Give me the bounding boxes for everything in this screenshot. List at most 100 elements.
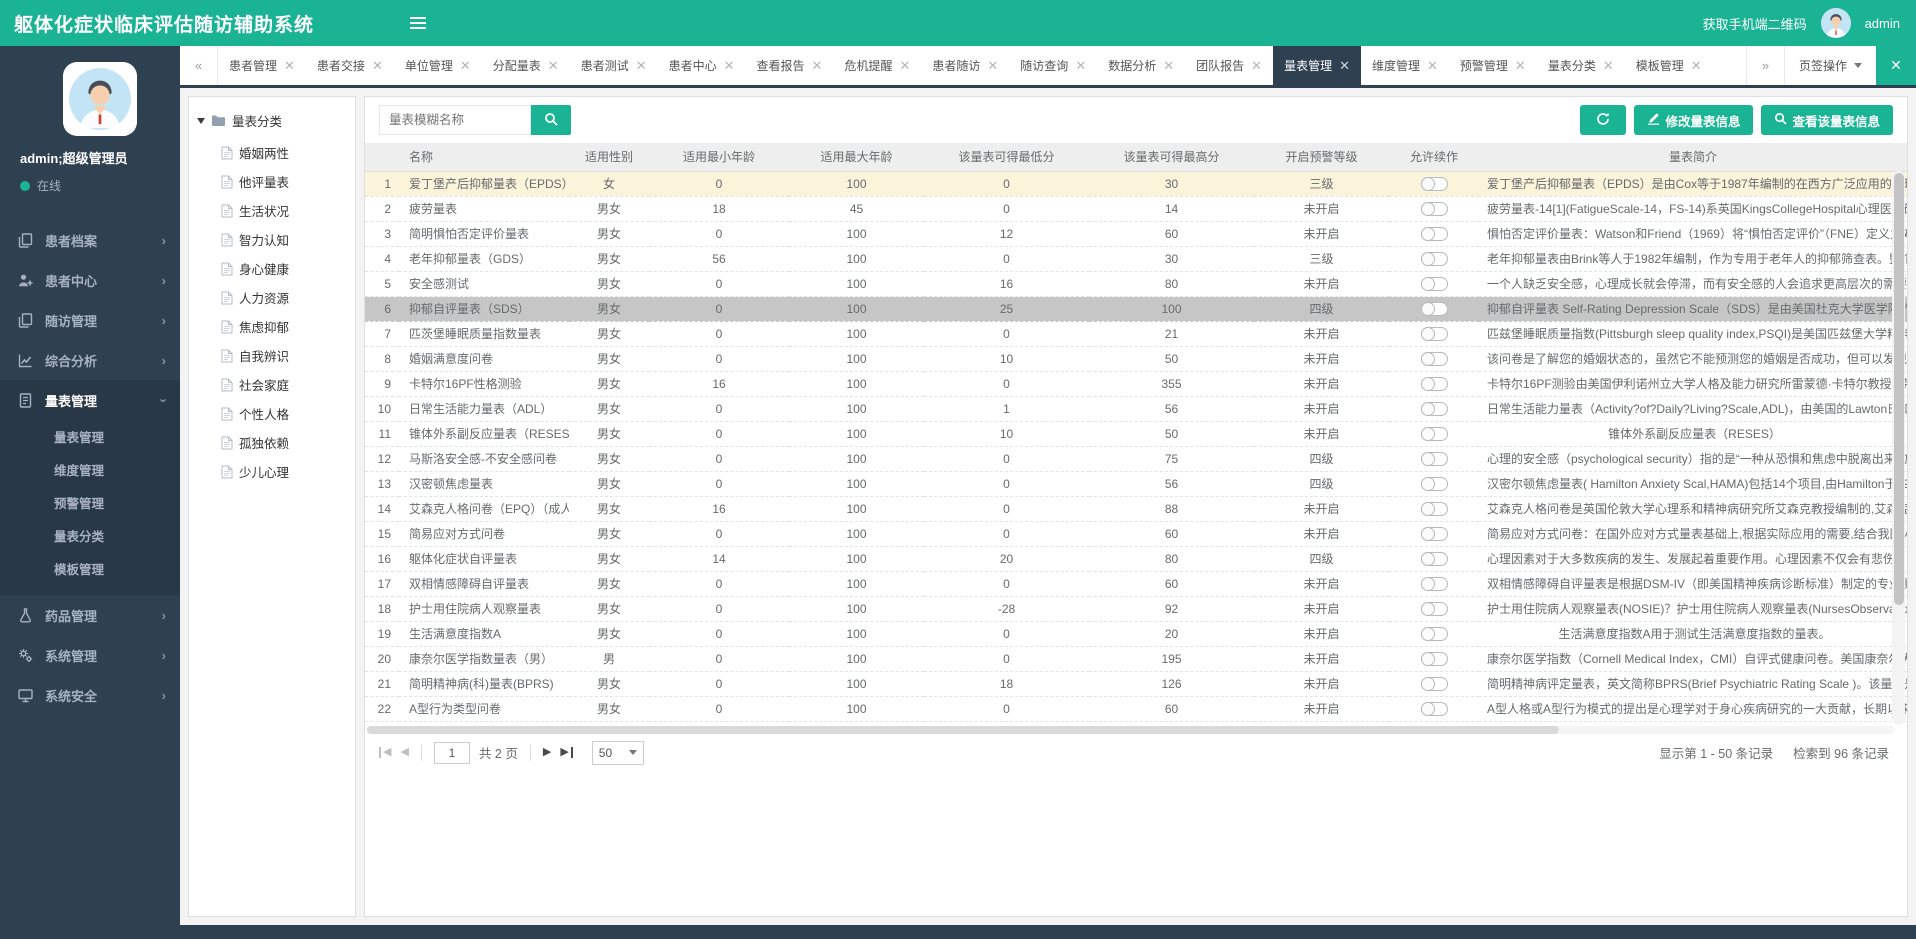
tabs-scroll-right-icon[interactable]: »: [1746, 46, 1784, 85]
tab-量表分类[interactable]: 量表分类✕: [1537, 46, 1625, 85]
page-size-select[interactable]: 50: [592, 741, 644, 765]
sidebar-item-药品管理[interactable]: 药品管理›: [0, 595, 180, 635]
column-header-适用性别[interactable]: 适用性别: [569, 143, 649, 171]
table-row[interactable]: 22A型行为类型问卷男女0100060未开启A型人格或A型行为模式的提出是心理学…: [365, 696, 1907, 721]
tab-患者随访[interactable]: 患者随访✕: [921, 46, 1009, 85]
resume-toggle[interactable]: [1421, 527, 1448, 541]
table-row[interactable]: 8婚姻满意度问卷男女01001050未开启该问卷是了解您的婚姻状态的，虽然它不能…: [365, 346, 1907, 371]
table-row[interactable]: 16躯体化症状自评量表男女141002080四级心理因素对于大多数疾病的发生、发…: [365, 546, 1907, 571]
vertical-scrollbar-thumb[interactable]: [1894, 173, 1904, 605]
table-row[interactable]: 18护士用住院病人观察量表男女0100-2892未开启护士用住院病人观察量表(N…: [365, 596, 1907, 621]
resume-toggle[interactable]: [1421, 177, 1448, 191]
first-page-icon[interactable]: ◀: [379, 747, 391, 758]
table-row[interactable]: 11锥体外系副反应量表（RESES）男女01001050未开启锥体外系副反应量表…: [365, 421, 1907, 446]
table-row[interactable]: 2疲劳量表男女1845014未开启疲劳量表-14[1](FatigueScale…: [365, 196, 1907, 221]
tree-item-焦虑抑郁[interactable]: 焦虑抑郁: [197, 312, 347, 341]
sidebar-item-患者档案[interactable]: 患者档案›: [0, 220, 180, 260]
sidebar-item-随访管理[interactable]: 随访管理›: [0, 300, 180, 340]
tab-close-icon[interactable]: ✕: [548, 59, 559, 72]
resume-toggle[interactable]: [1421, 577, 1448, 591]
edit-scale-button[interactable]: 修改量表信息: [1634, 105, 1753, 135]
table-row[interactable]: 20康奈尔医学指数量表（男）男01000195未开启康奈尔医学指数（Cornel…: [365, 646, 1907, 671]
column-header-该量表可得最低分[interactable]: 该量表可得最低分: [924, 143, 1089, 171]
page-number-input[interactable]: [434, 742, 470, 764]
resume-toggle[interactable]: [1421, 627, 1448, 641]
tab-close-icon[interactable]: ✕: [636, 59, 647, 72]
tab-close-icon[interactable]: ✕: [1603, 59, 1614, 72]
table-row[interactable]: 21简明精神病(科)量表(BPRS)男女010018126未开启简明精神病评定量…: [365, 671, 1907, 696]
tab-危机提醒[interactable]: 危机提醒✕: [833, 46, 921, 85]
hamburger-icon[interactable]: [410, 17, 426, 29]
table-row[interactable]: 15简易应对方式问卷男女0100060未开启简易应对方式问卷：在国外应对方式量表…: [365, 521, 1907, 546]
tree-item-个性人格[interactable]: 个性人格: [197, 399, 347, 428]
tree-item-智力认知[interactable]: 智力认知: [197, 225, 347, 254]
column-header-该量表可得最高分[interactable]: 该量表可得最高分: [1089, 143, 1254, 171]
resume-toggle[interactable]: [1421, 427, 1448, 441]
tab-患者测试[interactable]: 患者测试✕: [570, 46, 658, 85]
resume-toggle[interactable]: [1421, 227, 1448, 241]
tree-item-孤独依赖[interactable]: 孤独依赖: [197, 428, 347, 457]
tab-close-icon[interactable]: ✕: [1427, 59, 1438, 72]
search-input[interactable]: [379, 105, 531, 135]
tabs-scroll-left-icon[interactable]: «: [180, 46, 218, 85]
column-header-适用最小年龄[interactable]: 适用最小年龄: [649, 143, 789, 171]
column-header-适用最大年龄[interactable]: 适用最大年龄: [789, 143, 924, 171]
horizontal-scrollbar-thumb[interactable]: [367, 726, 1559, 734]
tree-item-社会家庭[interactable]: 社会家庭: [197, 370, 347, 399]
tab-close-icon[interactable]: ✕: [1515, 59, 1526, 72]
tree-root-scale-category[interactable]: 量表分类: [197, 111, 347, 130]
tab-患者管理[interactable]: 患者管理✕: [218, 46, 306, 85]
tab-close-icon[interactable]: ✕: [899, 59, 910, 72]
column-header-允许续作[interactable]: 允许续作: [1389, 143, 1479, 171]
resume-toggle[interactable]: [1421, 452, 1448, 466]
table-row[interactable]: 10日常生活能力量表（ADL）男女0100156未开启日常生活能力量表（Acti…: [365, 396, 1907, 421]
sidebar-item-系统安全[interactable]: 系统安全›: [0, 675, 180, 715]
tab-close-icon[interactable]: ✕: [1163, 59, 1174, 72]
tab-close-icon[interactable]: ✕: [1339, 59, 1350, 72]
prev-page-icon[interactable]: ◀: [400, 747, 408, 758]
resume-toggle[interactable]: [1421, 202, 1448, 216]
tab-查看报告[interactable]: 查看报告✕: [746, 46, 834, 85]
resume-toggle[interactable]: [1421, 277, 1448, 291]
tab-close-icon[interactable]: ✕: [1691, 59, 1702, 72]
tab-close-icon[interactable]: ✕: [812, 59, 823, 72]
tree-item-自我辨识[interactable]: 自我辨识: [197, 341, 347, 370]
close-all-tabs-icon[interactable]: ✕: [1876, 46, 1916, 85]
tab-close-icon[interactable]: ✕: [372, 59, 383, 72]
sidebar-subitem-预警管理[interactable]: 预警管理: [0, 488, 180, 521]
tree-item-生活状况[interactable]: 生活状况: [197, 196, 347, 225]
resume-toggle[interactable]: [1421, 377, 1448, 391]
table-row[interactable]: 13汉密顿焦虑量表男女0100056四级汉密尔顿焦虑量表( Hamilton A…: [365, 471, 1907, 496]
tab-分配量表[interactable]: 分配量表✕: [482, 46, 570, 85]
tab-量表管理[interactable]: 量表管理✕: [1273, 46, 1361, 85]
table-row[interactable]: 1爱丁堡产后抑郁量表（EPDS）女0100030三级爱丁堡产后抑郁量表（EPDS…: [365, 171, 1907, 196]
tab-单位管理[interactable]: 单位管理✕: [394, 46, 482, 85]
tab-维度管理[interactable]: 维度管理✕: [1361, 46, 1449, 85]
sidebar-subitem-量表管理[interactable]: 量表管理: [0, 422, 180, 455]
sidebar-subitem-模板管理[interactable]: 模板管理: [0, 554, 180, 587]
profile-avatar[interactable]: [63, 62, 137, 136]
resume-toggle[interactable]: [1421, 402, 1448, 416]
user-avatar[interactable]: [1821, 8, 1851, 38]
resume-toggle[interactable]: [1421, 502, 1448, 516]
table-row[interactable]: 19生活满意度指数A男女0100020未开启生活满意度指数A用于测试生活满意度指…: [365, 621, 1907, 646]
tab-close-icon[interactable]: ✕: [1251, 59, 1262, 72]
sidebar-item-综合分析[interactable]: 综合分析›: [0, 340, 180, 380]
table-row[interactable]: 12马斯洛安全感-不安全感问卷男女0100075四级心理的安全感（psychol…: [365, 446, 1907, 471]
tab-随访查询[interactable]: 随访查询✕: [1009, 46, 1097, 85]
tree-item-身心健康[interactable]: 身心健康: [197, 254, 347, 283]
sidebar-item-系统管理[interactable]: 系统管理›: [0, 635, 180, 675]
qr-code-link[interactable]: 获取手机端二维码: [1703, 14, 1807, 33]
tab-数据分析[interactable]: 数据分析✕: [1097, 46, 1185, 85]
sidebar-subitem-量表分类[interactable]: 量表分类: [0, 521, 180, 554]
search-button[interactable]: [531, 105, 571, 135]
refresh-button[interactable]: [1580, 105, 1626, 135]
column-header-开启预警等级[interactable]: 开启预警等级: [1254, 143, 1389, 171]
tab-模板管理[interactable]: 模板管理✕: [1625, 46, 1713, 85]
last-page-icon[interactable]: ▶: [560, 747, 572, 758]
column-header-名称[interactable]: 名称: [399, 143, 569, 171]
tree-expand-icon[interactable]: [197, 118, 205, 124]
resume-toggle[interactable]: [1421, 677, 1448, 691]
tab-close-icon[interactable]: ✕: [987, 59, 998, 72]
column-header-量表简介[interactable]: 量表简介: [1479, 143, 1907, 171]
